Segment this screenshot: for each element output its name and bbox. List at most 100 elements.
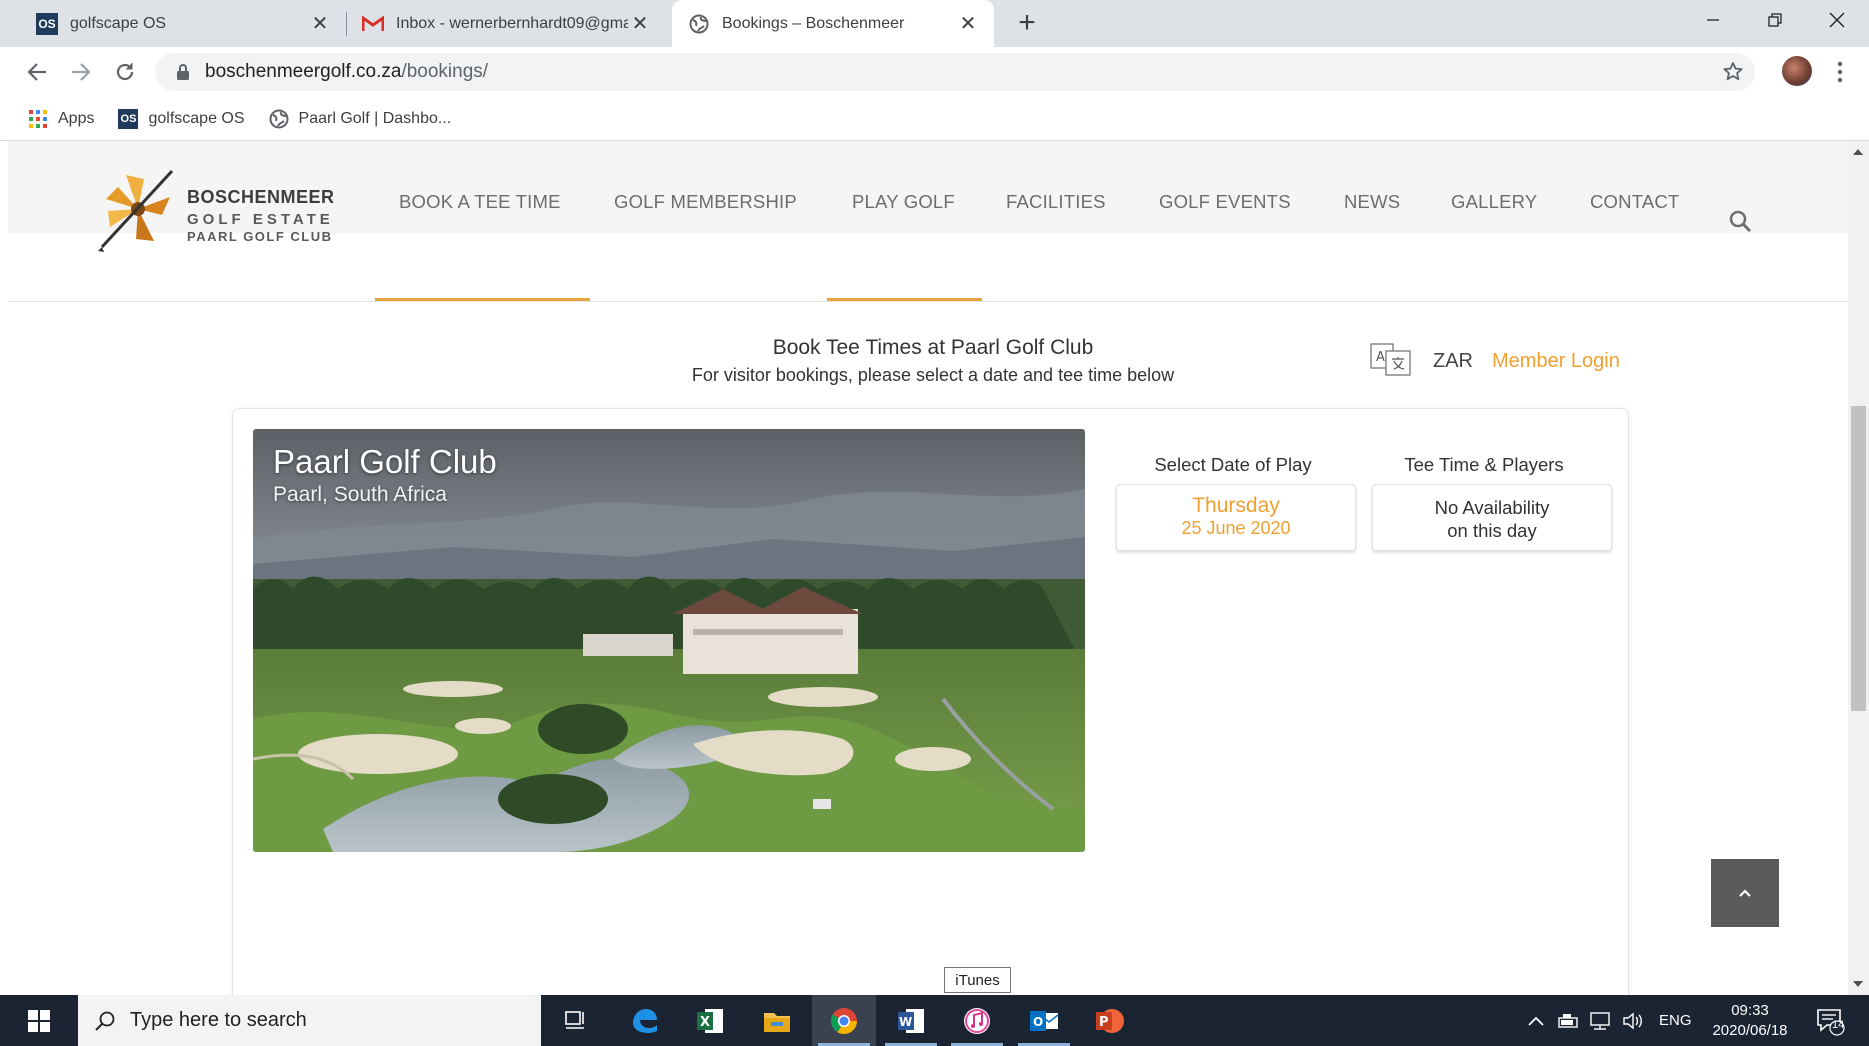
bookmark-paarl-dashboard[interactable]: Paarl Golf | Dashbo...: [269, 109, 451, 129]
word-icon[interactable]: W: [879, 995, 943, 1046]
booking-subtitle: For visitor bookings, please select a da…: [691, 365, 1175, 385]
taskbar-tooltip: iTunes: [944, 967, 1011, 993]
scroll-up-arrow-icon[interactable]: [1853, 149, 1863, 155]
tab-title: Bookings – Boschenmeer: [722, 14, 905, 32]
chrome-icon[interactable]: [812, 995, 876, 1046]
window-close-icon[interactable]: [1807, 0, 1867, 40]
nav-active-underline: [827, 298, 982, 301]
nav-play-golf[interactable]: PLAY GOLF: [852, 191, 955, 213]
reload-icon[interactable]: [110, 57, 140, 87]
member-login-link[interactable]: Member Login: [1492, 350, 1620, 373]
page-viewport: BOSCHENMEER GOLF ESTATE PAARL GOLF CLUB …: [8, 141, 1848, 995]
club-location: Paarl, South Africa: [273, 483, 447, 506]
taskbar-clock[interactable]: 09:33 2020/06/18: [1705, 1001, 1795, 1041]
nav-gallery[interactable]: GALLERY: [1451, 191, 1537, 213]
outlook-icon[interactable]: O: [1012, 995, 1076, 1046]
close-icon[interactable]: ✕: [628, 12, 652, 36]
nav-book-a-tee-time[interactable]: BOOK A TEE TIME: [399, 191, 561, 213]
scrollbar-thumb[interactable]: [1851, 406, 1866, 711]
task-view-icon[interactable]: [543, 995, 607, 1046]
translate-icon[interactable]: A: [1370, 343, 1412, 377]
tab-golfscape[interactable]: OS golfscape OS ✕: [8, 0, 346, 47]
site-header: BOSCHENMEER GOLF ESTATE PAARL GOLF CLUB …: [8, 141, 1848, 302]
forward-arrow-icon[interactable]: [66, 57, 96, 87]
search-icon[interactable]: [1728, 209, 1752, 233]
gmail-icon: [362, 13, 384, 35]
tab-title: golfscape OS: [70, 14, 167, 32]
itunes-icon[interactable]: [945, 995, 1009, 1046]
date-of-play-label: Select Date of Play: [1154, 454, 1312, 475]
svg-text:W: W: [899, 1015, 912, 1029]
selected-day: Thursday: [1192, 494, 1280, 517]
file-explorer-icon[interactable]: [745, 995, 809, 1046]
back-arrow-icon[interactable]: [22, 57, 52, 87]
tab-separator: [346, 12, 347, 36]
date-picker-button[interactable]: Thursday 25 June 2020: [1116, 484, 1356, 551]
windows-taskbar: Type here to search X W O P ENG 09:33 20…: [0, 995, 1869, 1046]
browser-toolbar: boschenmeergolf.co.za/bookings/: [0, 47, 1869, 97]
more-menu-icon[interactable]: [1830, 59, 1850, 85]
tee-time-selector[interactable]: No Availability on this day: [1372, 484, 1612, 551]
bookmark-apps[interactable]: Apps: [28, 109, 94, 129]
notification-count: 14: [1832, 1019, 1845, 1031]
svg-text:O: O: [1033, 1015, 1043, 1029]
nav-news[interactable]: NEWS: [1344, 191, 1400, 213]
logo-line-1: BOSCHENMEER: [187, 187, 335, 207]
windows-start-icon[interactable]: [0, 995, 78, 1046]
availability-line-1: No Availability: [1434, 497, 1550, 518]
logo-mark-icon: [98, 169, 174, 252]
clock-date: 2020/06/18: [1712, 1022, 1788, 1039]
profile-avatar[interactable]: [1782, 56, 1812, 86]
star-icon[interactable]: [1721, 60, 1745, 84]
nav-golf-events[interactable]: GOLF EVENTS: [1159, 191, 1291, 213]
address-bar[interactable]: boschenmeergolf.co.za/bookings/: [155, 53, 1755, 91]
volume-icon[interactable]: [1621, 1011, 1645, 1031]
page-scrollbar[interactable]: [1848, 141, 1869, 995]
chevron-up-icon[interactable]: [1527, 1015, 1545, 1027]
notification-center-icon[interactable]: 14: [1800, 995, 1860, 1046]
powerpoint-icon[interactable]: P: [1078, 995, 1142, 1046]
tab-gmail[interactable]: Inbox - wernerbernhardt09@gmail.com ✕: [348, 0, 666, 47]
nav-facilities[interactable]: FACILITIES: [1006, 191, 1106, 213]
edge-icon[interactable]: [612, 995, 676, 1046]
bookmark-golfscape[interactable]: OS golfscape OS: [118, 108, 245, 129]
tab-strip: OS golfscape OS ✕ Inbox - wernerbernhard…: [0, 0, 1869, 47]
taskbar-search-box[interactable]: Type here to search: [78, 995, 541, 1046]
scroll-down-arrow-icon[interactable]: [1853, 981, 1863, 987]
os-favicon: OS: [36, 12, 58, 35]
svg-text:P: P: [1099, 1015, 1109, 1030]
svg-text:X: X: [700, 1015, 710, 1030]
taskbar-search-placeholder: Type here to search: [130, 1009, 307, 1031]
system-tray: ENG: [1527, 995, 1692, 1046]
logo-line-3: PAARL GOLF CLUB: [187, 229, 333, 244]
close-icon[interactable]: ✕: [956, 12, 980, 36]
tab-bookings[interactable]: Bookings – Boschenmeer ✕: [672, 0, 994, 47]
scroll-to-top-button[interactable]: [1711, 859, 1779, 927]
svg-text:A: A: [1376, 350, 1385, 365]
search-icon: [95, 1011, 115, 1031]
url-text: boschenmeergolf.co.za/bookings/: [205, 61, 488, 83]
logo-line-2: GOLF ESTATE: [187, 211, 334, 228]
nav-contact[interactable]: CONTACT: [1590, 191, 1679, 213]
nav-golf-membership[interactable]: GOLF MEMBERSHIP: [614, 191, 797, 213]
os-favicon: OS: [118, 108, 139, 129]
minimize-icon[interactable]: [1683, 0, 1743, 40]
site-logo[interactable]: BOSCHENMEER GOLF ESTATE PAARL GOLF CLUB: [96, 169, 356, 254]
globe-icon: [269, 109, 289, 129]
currency-selector[interactable]: ZAR: [1433, 350, 1473, 373]
language-indicator[interactable]: ENG: [1659, 1012, 1692, 1029]
close-icon[interactable]: ✕: [308, 12, 332, 36]
excel-icon[interactable]: X: [678, 995, 742, 1046]
nav-active-underline: [375, 298, 590, 301]
club-name: Paarl Golf Club: [273, 443, 497, 480]
battery-icon[interactable]: [1557, 1012, 1581, 1030]
bookmark-label: golfscape OS: [148, 109, 245, 127]
tee-time-players-label: Tee Time & Players: [1404, 454, 1564, 475]
new-tab-button[interactable]: +: [1012, 6, 1042, 39]
bookmarks-bar: Apps OS golfscape OS Paarl Golf | Dashbo…: [0, 97, 1869, 141]
booking-card: Paarl Golf Club Paarl, South Africa Sele…: [232, 408, 1629, 995]
network-icon[interactable]: [1589, 1011, 1613, 1031]
selected-date: 25 June 2020: [1181, 518, 1291, 538]
chevron-up-icon: [1739, 889, 1751, 897]
restore-icon[interactable]: [1745, 0, 1805, 40]
